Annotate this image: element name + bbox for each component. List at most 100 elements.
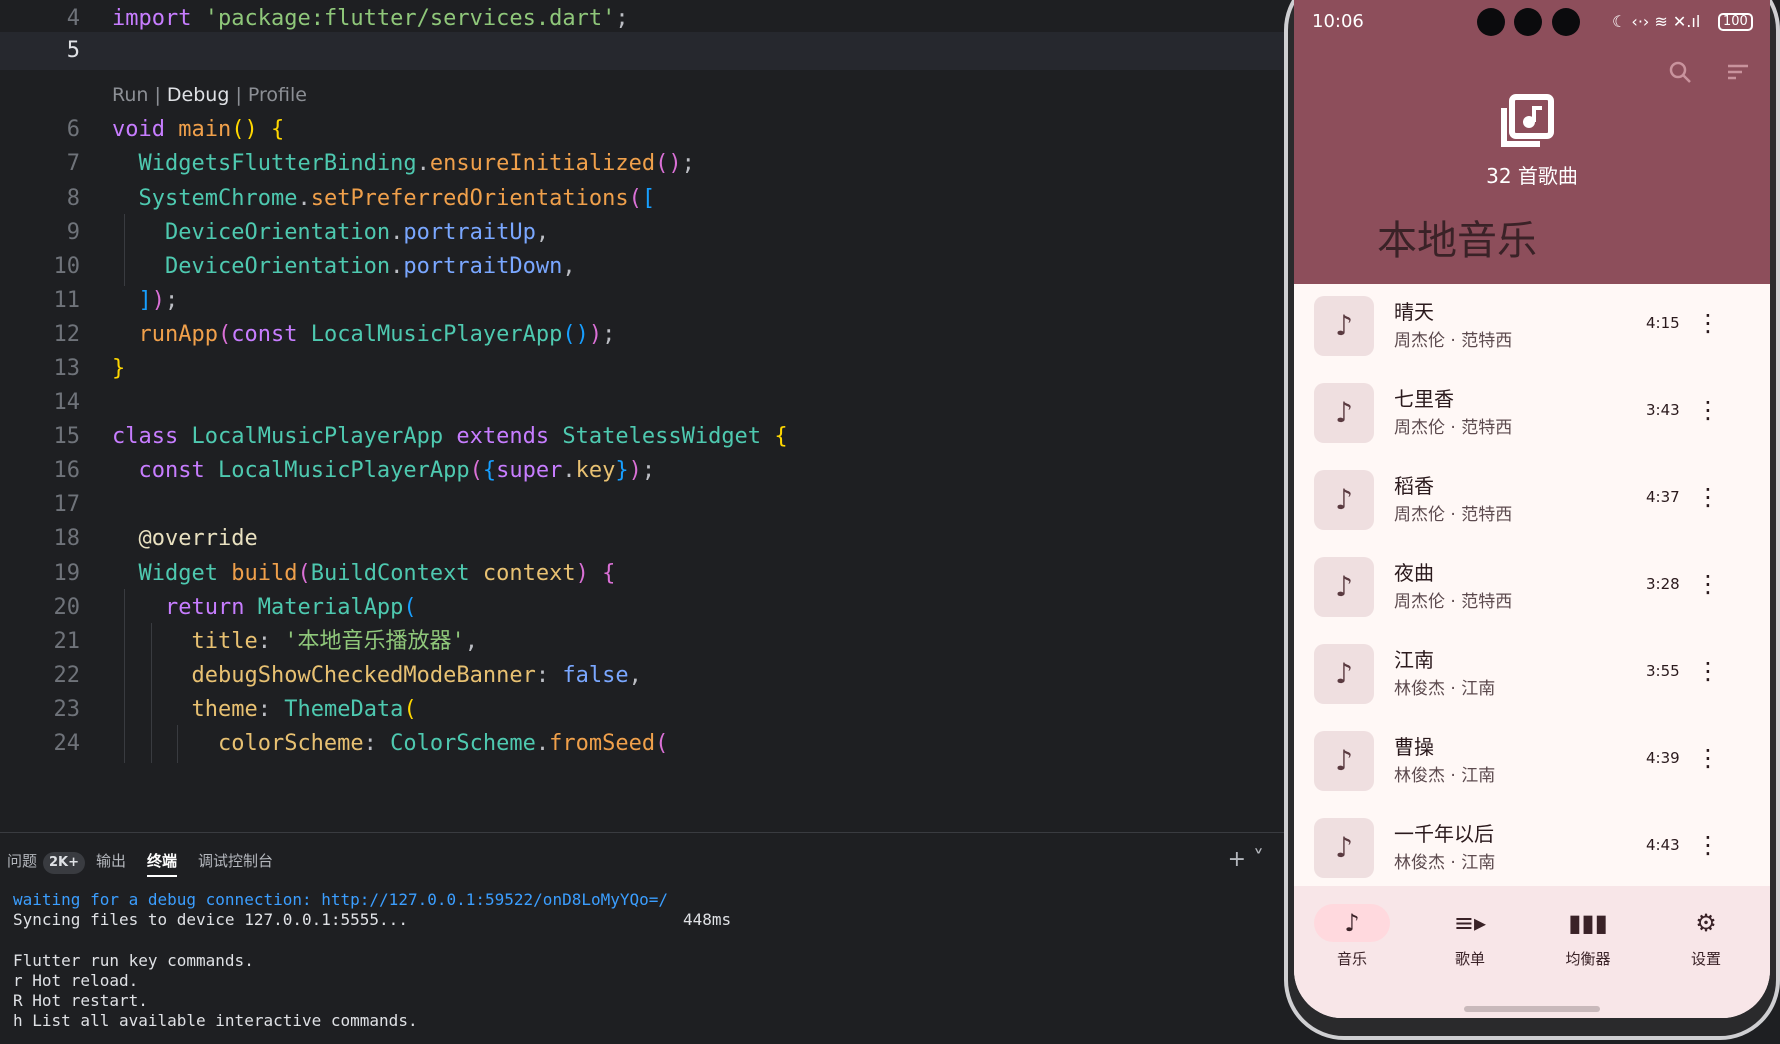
bottom-panel: 问题 2K+ 输出 终端 调试控制台 + ˅ waiting for a debu… — [0, 832, 1286, 1044]
code-line[interactable]: 13} — [0, 350, 1286, 388]
nav-playlists[interactable]: ≡▸ 歌单 — [1430, 904, 1510, 969]
code-line[interactable]: 14 — [0, 384, 1286, 422]
code-line[interactable]: 10 DeviceOrientation.portraitDown, — [0, 248, 1286, 286]
terminal-line: R Hot restart. — [13, 991, 148, 1010]
line-number: 9 — [66, 220, 80, 245]
line-number: 19 — [53, 561, 81, 586]
more-vert-icon[interactable]: ⋮ — [1696, 743, 1720, 773]
line-number: 21 — [53, 629, 81, 654]
code-line[interactable]: 5 — [0, 32, 1286, 70]
music-note-icon: ♪ — [1314, 557, 1374, 617]
code-text: colorScheme: ColorScheme.fromSeed( — [217, 731, 669, 756]
code-line[interactable]: 6 void main() { — [0, 111, 1286, 149]
code-line[interactable]: 24 colorScheme: ColorScheme.fromSeed( — [0, 725, 1286, 763]
song-list-item[interactable]: ♪ 夜曲 周杰伦 · 范特西 3:28 ⋮ — [1294, 545, 1770, 632]
codelens-run[interactable]: Run — [112, 84, 148, 106]
nav-settings[interactable]: ⚙ 设置 — [1666, 904, 1746, 969]
line-number: 14 — [53, 390, 81, 415]
more-vert-icon[interactable]: ⋮ — [1696, 395, 1720, 425]
battery-icon: 100 — [1718, 13, 1753, 31]
line-number: 12 — [53, 322, 81, 347]
code-line[interactable]: 17 — [0, 486, 1286, 524]
code-text: title: '本地音乐播放器', — [191, 629, 478, 654]
sort-icon[interactable] — [1724, 60, 1752, 88]
music-note-icon: ♪ — [1314, 470, 1374, 530]
music-note-icon: ♪ — [1314, 731, 1374, 791]
song-count: 32 首歌曲 — [1486, 164, 1578, 188]
code-line[interactable]: 7 WidgetsFlutterBinding.ensureInitialize… — [0, 145, 1286, 183]
terminal-line: Flutter run key commands. — [13, 951, 254, 970]
app-header: 10:06 ☾ ‹·› ≋ ✕.ıl 100 32 首歌曲 本地音乐 — [1294, 0, 1770, 284]
code-line[interactable]: 8 SystemChrome.setPreferredOrientations(… — [0, 180, 1286, 218]
library-music-icon — [1500, 94, 1554, 148]
song-list-item[interactable]: ♪ 曹操 林俊杰 · 江南 4:39 ⋮ — [1294, 719, 1770, 806]
tab-output[interactable]: 输出 — [96, 847, 126, 875]
more-vert-icon[interactable]: ⋮ — [1696, 482, 1720, 512]
line-number: 7 — [66, 151, 80, 176]
search-icon[interactable] — [1666, 60, 1694, 88]
code-line[interactable]: 22 debugShowCheckedModeBanner: false, — [0, 657, 1286, 695]
terminal-line: waiting for a debug connection: http://1… — [13, 890, 669, 909]
more-vert-icon[interactable]: ⋮ — [1696, 656, 1720, 686]
song-list-item[interactable]: ♪ 一千年以后 林俊杰 · 江南 4:43 ⋮ — [1294, 806, 1770, 893]
code-editor[interactable]: Run | Debug | Profile 4 import 'package:f… — [0, 0, 1286, 832]
song-artist-album: 林俊杰 · 江南 — [1394, 853, 1496, 873]
indent-guide — [124, 623, 125, 661]
song-duration: 3:43 — [1646, 401, 1680, 419]
song-artist-album: 林俊杰 · 江南 — [1394, 679, 1496, 699]
more-vert-icon[interactable]: ⋮ — [1696, 830, 1720, 860]
code-line[interactable]: 9 DeviceOrientation.portraitUp, — [0, 214, 1286, 252]
code-line[interactable]: 23 theme: ThemeData( — [0, 691, 1286, 729]
more-vert-icon[interactable]: ⋮ — [1696, 308, 1720, 338]
settings-icon: ⚙ — [1695, 909, 1717, 937]
indent-guide — [124, 214, 125, 252]
tab-problems[interactable]: 问题 2K+ — [7, 847, 86, 875]
code-text: } — [112, 356, 126, 381]
code-line[interactable]: 16 const LocalMusicPlayerApp({super.key}… — [0, 452, 1286, 490]
song-title: 一千年以后 — [1394, 822, 1494, 846]
indent-guide — [150, 691, 152, 729]
code-line[interactable]: 11 ]); — [0, 282, 1286, 320]
code-line[interactable]: 12 runApp(const LocalMusicPlayerApp()); — [0, 316, 1286, 354]
music-note-icon: ♪ — [1344, 909, 1360, 937]
song-list-item[interactable]: ♪ 稻香 周杰伦 · 范特西 4:37 ⋮ — [1294, 458, 1770, 545]
code-text: theme: ThemeData( — [191, 697, 417, 722]
line-number: 8 — [66, 186, 80, 211]
code-line[interactable]: 18 @override — [0, 520, 1286, 558]
indent-guide — [124, 248, 125, 286]
more-vert-icon[interactable]: ⋮ — [1696, 569, 1720, 599]
code-line[interactable]: 21 title: '本地音乐播放器', — [0, 623, 1286, 661]
phone-screen: 10:06 ☾ ‹·› ≋ ✕.ıl 100 32 首歌曲 本地音乐 ♪ 晴天 周杰… — [1294, 0, 1770, 1018]
nav-equalizer[interactable]: ▮▮▮ 均衡器 — [1548, 904, 1628, 969]
code-text: return MaterialApp( — [164, 595, 417, 620]
new-terminal-button[interactable]: + ˅ — [1228, 847, 1264, 872]
song-duration: 4:43 — [1646, 836, 1680, 854]
codelens-debug[interactable]: Debug — [167, 84, 229, 106]
code-text: ]); — [138, 288, 179, 313]
nav-label: 均衡器 — [1565, 950, 1611, 968]
song-list-item[interactable]: ♪ 江南 林俊杰 · 江南 3:55 ⋮ — [1294, 632, 1770, 719]
codelens-profile[interactable]: Profile — [248, 84, 307, 106]
line-number: 13 — [53, 356, 81, 381]
status-icons: ☾ ‹·› ≋ ✕.ıl — [1612, 12, 1701, 31]
tab-terminal[interactable]: 终端 — [147, 847, 177, 875]
song-artist-album: 林俊杰 · 江南 — [1394, 766, 1496, 786]
song-list-item[interactable]: ♪ 晴天 周杰伦 · 范特西 4:15 ⋮ — [1294, 284, 1770, 371]
nav-label: 设置 — [1690, 950, 1721, 968]
indent-guide — [124, 589, 125, 627]
song-list-item[interactable]: ♪ 七里香 周杰伦 · 范特西 3:43 ⋮ — [1294, 371, 1770, 458]
home-indicator[interactable] — [1464, 1006, 1600, 1012]
line-number: 17 — [53, 492, 81, 517]
line-number: 5 — [66, 38, 80, 63]
line-number: 6 — [66, 117, 80, 142]
code-line[interactable]: 15 class LocalMusicPlayerApp extends Stat… — [0, 418, 1286, 456]
tab-debug-console[interactable]: 调试控制台 — [198, 847, 273, 875]
nav-music[interactable]: ♪ 音乐 — [1312, 904, 1392, 969]
code-text: debugShowCheckedModeBanner: false, — [191, 663, 642, 688]
code-line[interactable]: 20 return MaterialApp( — [0, 589, 1286, 627]
sync-time: 448ms — [683, 910, 732, 929]
indent-guide — [177, 725, 178, 763]
code-line[interactable]: 19 Widget build(BuildContext context) { — [0, 555, 1286, 593]
code-text: void main() { — [112, 117, 285, 142]
terminal-line: r Hot reload. — [13, 971, 139, 990]
